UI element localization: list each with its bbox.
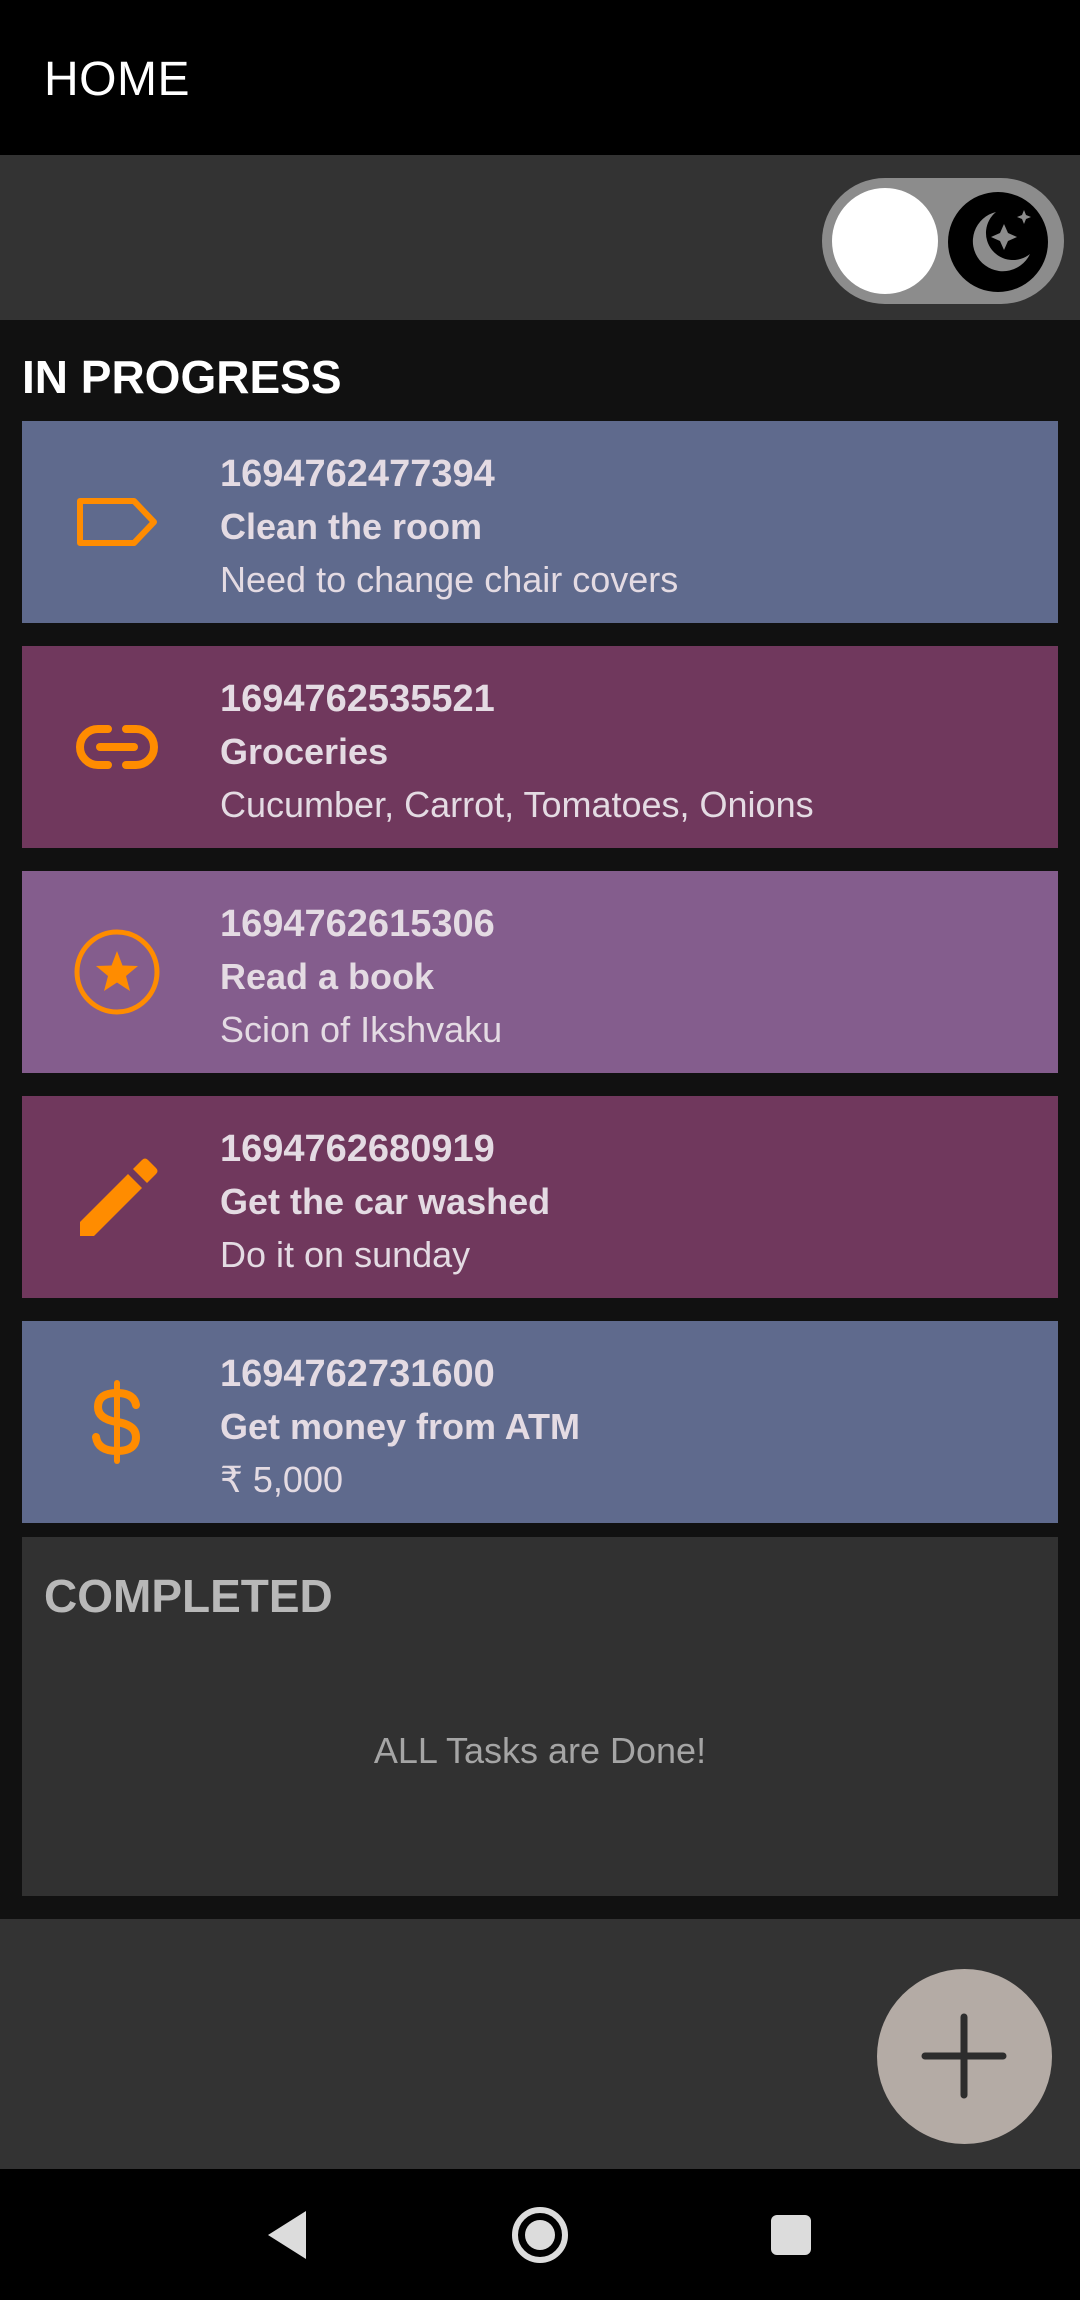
toggle-knob[interactable]: [832, 188, 938, 294]
task-description: Need to change chair covers: [220, 559, 679, 600]
label-icon: [72, 477, 162, 567]
link-icon: [72, 702, 162, 792]
star-circle-icon: [72, 927, 162, 1017]
back-icon: [268, 2211, 306, 2259]
task-id: 1694762477394: [220, 453, 495, 495]
home-button[interactable]: [504, 2199, 576, 2271]
task-description: Cucumber, Carrot, Tomatoes, Onions: [220, 784, 814, 825]
add-task-button[interactable]: [877, 1969, 1052, 2144]
task-title: Get money from ATM: [220, 1406, 581, 1447]
task-list: 1694762477394 Clean the room Need to cha…: [22, 421, 1058, 1546]
page-title: HOME: [44, 53, 190, 106]
recents-icon: [771, 2215, 811, 2255]
task-title: Groceries: [220, 731, 389, 772]
task-id: 1694762535521: [220, 678, 495, 720]
dollar-icon: [72, 1377, 162, 1467]
completed-section: COMPLETED ALL Tasks are Done!: [22, 1537, 1058, 1896]
task-card[interactable]: 1694762731600 Get money from ATM ₹ 5,000: [22, 1321, 1058, 1523]
moon-stars-icon: [948, 192, 1048, 292]
task-title: Clean the room: [220, 506, 483, 547]
task-id: 1694762731600: [220, 1353, 495, 1395]
task-card[interactable]: 1694762477394 Clean the room Need to cha…: [22, 421, 1058, 623]
task-card[interactable]: 1694762615306 Read a book Scion of Ikshv…: [22, 871, 1058, 1073]
system-nav-bar: [0, 2169, 1080, 2300]
completed-empty-message: ALL Tasks are Done!: [373, 1730, 707, 1771]
task-card[interactable]: 1694762535521 Groceries Cucumber, Carrot…: [22, 646, 1058, 848]
theme-toggle-switch[interactable]: [822, 178, 1064, 304]
task-description: Scion of Ikshvaku: [220, 1009, 503, 1050]
recents-button[interactable]: [755, 2199, 827, 2271]
task-card[interactable]: 1694762680919 Get the car washed Do it o…: [22, 1096, 1058, 1298]
completed-heading: COMPLETED: [44, 1570, 333, 1622]
plus-icon: [921, 2013, 1007, 2099]
task-id: 1694762680919: [220, 1128, 495, 1170]
pencil-icon: [72, 1152, 162, 1242]
task-description: Do it on sunday: [220, 1234, 471, 1275]
home-icon: [512, 2207, 568, 2263]
task-title: Read a book: [220, 956, 435, 997]
task-title: Get the car washed: [220, 1181, 551, 1222]
task-description: ₹ 5,000: [220, 1459, 343, 1500]
back-button[interactable]: [252, 2199, 324, 2271]
in-progress-heading: IN PROGRESS: [22, 351, 342, 403]
task-id: 1694762615306: [220, 903, 495, 945]
app-bar: HOME: [0, 0, 1080, 155]
